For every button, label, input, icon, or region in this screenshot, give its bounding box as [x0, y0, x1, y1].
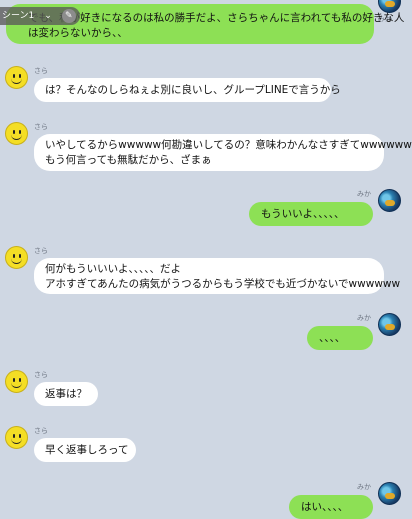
message-text: 早く返事しろって: [45, 444, 129, 456]
sender-name: さら: [34, 247, 48, 255]
message-text: はい、、、、: [301, 501, 349, 513]
message-text: 、、、、: [319, 332, 346, 344]
message-text: 返事は？: [45, 388, 87, 400]
sara-avatar[interactable]: [5, 66, 28, 89]
message-text: は？そんなのしらねぇよ別に良いし、グループLINEで言うから: [45, 84, 341, 96]
message-bubble-sent[interactable]: 、、、、: [307, 326, 373, 350]
sender-name: さら: [34, 67, 48, 75]
message-text: もういいよ、、、、、: [261, 208, 345, 220]
message-text: いやしてるからwwwww何勘違いしてるの？意味わかんなさすぎてwwwwww: [45, 139, 412, 151]
scene-label: シーン1: [2, 11, 35, 21]
mika-avatar[interactable]: [378, 189, 401, 212]
sender-name: みか: [357, 314, 371, 322]
scene-tag[interactable]: シーン1 ⌄ ✎: [0, 7, 80, 25]
sara-avatar[interactable]: [5, 122, 28, 145]
message-bubble-sent[interactable]: もういいよ、、、、、: [249, 202, 373, 226]
sara-avatar[interactable]: [5, 370, 28, 393]
message-bubble-received[interactable]: 何がもういいいよ、、、、、だよ アホすぎてあんたの病気がうつるからもう学校でも近…: [34, 258, 401, 294]
edit-icon[interactable]: ✎: [61, 9, 76, 23]
message-bubble-sent[interactable]: はい、、、、: [289, 495, 373, 519]
mika-avatar[interactable]: [378, 482, 401, 505]
message-text: は変わらないから、、: [28, 27, 128, 39]
message-text: 何がもういいいよ、、、、、だよ: [45, 263, 181, 275]
message-bubble-received[interactable]: いやしてるからwwwww何勘違いしてるの？意味わかんなさすぎてwwwwww もう…: [34, 134, 412, 171]
sender-name: さら: [34, 371, 48, 379]
sender-name: みか: [357, 483, 371, 491]
message-text: もう何言っても無駄だから、ざまぁ: [45, 154, 212, 166]
message-bubble-received[interactable]: 返事は？: [34, 382, 98, 406]
chevron-down-icon[interactable]: ⌄: [44, 7, 52, 25]
message-text: アホすぎてあんたの病気がうつるからもう学校でも近づかないでwwwwww: [45, 278, 401, 290]
message-bubble-received[interactable]: は？そんなのしらねぇよ別に良いし、グループLINEで言うから: [34, 78, 341, 102]
sara-avatar[interactable]: [5, 426, 28, 449]
mika-avatar[interactable]: [378, 313, 401, 336]
message-bubble-received[interactable]: 早く返事しろって: [34, 438, 136, 462]
sender-name: みか: [357, 190, 371, 198]
sender-name: さら: [34, 123, 48, 131]
sara-avatar[interactable]: [5, 246, 28, 269]
sender-name: さら: [34, 427, 48, 435]
